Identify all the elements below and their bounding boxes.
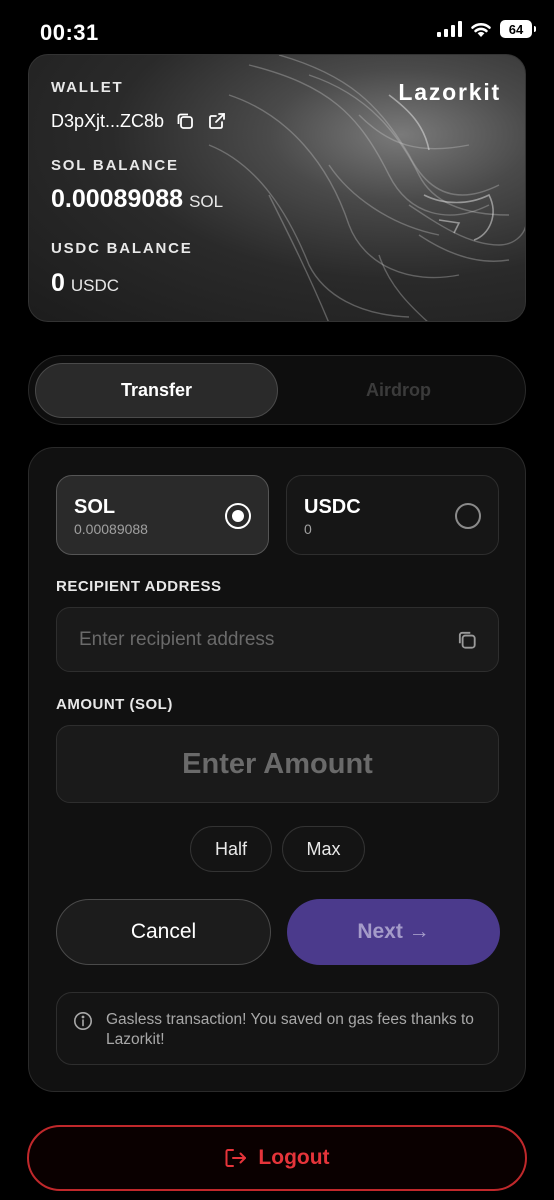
usdc-balance-label: USDC BALANCE bbox=[51, 240, 193, 257]
wallet-address: D3pXjt...ZC8b bbox=[51, 110, 165, 131]
external-link-icon bbox=[209, 113, 225, 129]
cancel-button[interactable]: Cancel bbox=[56, 899, 271, 965]
gasless-notice: Gasless transaction! You saved on gas fe… bbox=[56, 992, 499, 1065]
next-button[interactable]: Next → bbox=[287, 899, 500, 965]
amount-input[interactable] bbox=[57, 726, 498, 802]
info-icon bbox=[74, 1012, 92, 1030]
amount-label: AMOUNT (SOL) bbox=[56, 696, 173, 713]
mode-tabs: Transfer Airdrop bbox=[28, 355, 526, 425]
wallet-address-row: D3pXjt...ZC8b bbox=[51, 110, 228, 132]
token-option-sol[interactable]: SOL 0.00089088 bbox=[56, 475, 269, 555]
copy-icon bbox=[458, 631, 476, 649]
half-button[interactable]: Half bbox=[190, 826, 272, 872]
signal-icon bbox=[437, 21, 462, 37]
sol-balance-label: SOL BALANCE bbox=[51, 157, 179, 174]
sol-balance: 0.00089088 SOL bbox=[51, 185, 223, 214]
transfer-panel: SOL 0.00089088 USDC 0 RECIPIENT ADDRESS … bbox=[28, 447, 526, 1092]
wallet-label: WALLET bbox=[51, 79, 124, 96]
recipient-input[interactable] bbox=[57, 608, 498, 671]
max-button[interactable]: Max bbox=[282, 826, 365, 872]
status-icons: 64 bbox=[437, 20, 536, 38]
copy-address-button[interactable] bbox=[174, 110, 196, 132]
wifi-icon bbox=[471, 23, 491, 37]
tab-airdrop[interactable]: Airdrop bbox=[277, 363, 520, 418]
token-name: SOL bbox=[74, 496, 116, 518]
notice-text: Gasless transaction! You saved on gas fe… bbox=[106, 1011, 474, 1048]
recipient-field bbox=[56, 607, 499, 672]
radio-selected[interactable] bbox=[225, 503, 251, 529]
wallet-card: WALLET Lazorkit D3pXjt...ZC8b SOL BALANC… bbox=[28, 54, 526, 322]
status-bar: 00:31 64 bbox=[0, 0, 554, 52]
battery-level: 64 bbox=[508, 21, 524, 37]
tab-transfer[interactable]: Transfer bbox=[35, 363, 278, 418]
sol-balance-unit: SOL bbox=[189, 192, 224, 211]
token-name: USDC bbox=[304, 496, 361, 518]
paste-address-button[interactable] bbox=[456, 629, 478, 651]
logout-button[interactable]: Logout bbox=[27, 1125, 527, 1191]
sol-balance-amount: 0.00089088 bbox=[51, 185, 184, 213]
token-balance: 0 bbox=[304, 521, 312, 537]
copy-icon bbox=[177, 113, 193, 129]
token-balance: 0.00089088 bbox=[74, 521, 148, 537]
battery-icon: 64 bbox=[500, 20, 536, 38]
radio-unselected[interactable] bbox=[455, 503, 481, 529]
amount-field bbox=[56, 725, 499, 803]
usdc-balance: 0 USDC bbox=[51, 269, 119, 298]
brand-logo: Lazorkit bbox=[398, 79, 501, 105]
usdc-balance-unit: USDC bbox=[70, 276, 120, 295]
status-time: 00:31 bbox=[40, 20, 99, 45]
logout-icon bbox=[225, 1149, 247, 1167]
logout-label: Logout bbox=[258, 1146, 330, 1169]
open-explorer-button[interactable] bbox=[206, 110, 228, 132]
recipient-label: RECIPIENT ADDRESS bbox=[56, 578, 222, 595]
token-option-usdc[interactable]: USDC 0 bbox=[286, 475, 499, 555]
usdc-balance-amount: 0 bbox=[51, 269, 65, 297]
